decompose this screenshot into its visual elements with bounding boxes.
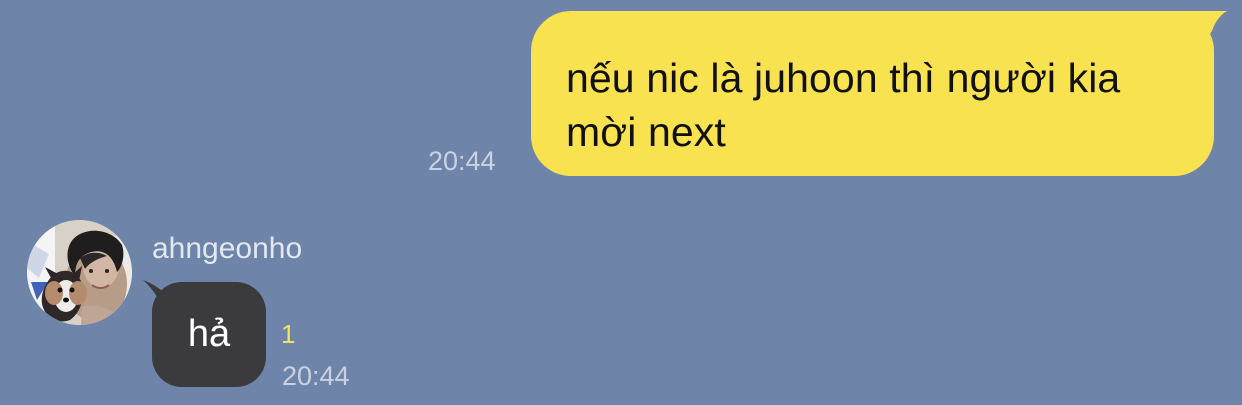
sender-avatar[interactable]: [27, 220, 132, 325]
sender-name: ahngeonho: [152, 232, 303, 265]
incoming-message-time: 20:44: [282, 361, 350, 391]
unread-count-badge: 1: [281, 319, 296, 349]
incoming-message-bubble[interactable]: hả: [152, 282, 266, 387]
outgoing-message-time: 20:44: [428, 146, 496, 176]
outgoing-message[interactable]: nếu nic là juhoon thì người kia mời next: [531, 11, 1227, 176]
outgoing-message-bubble[interactable]: nếu nic là juhoon thì người kia mời next: [531, 11, 1214, 176]
profile-photo-avatar-icon: [27, 220, 132, 325]
